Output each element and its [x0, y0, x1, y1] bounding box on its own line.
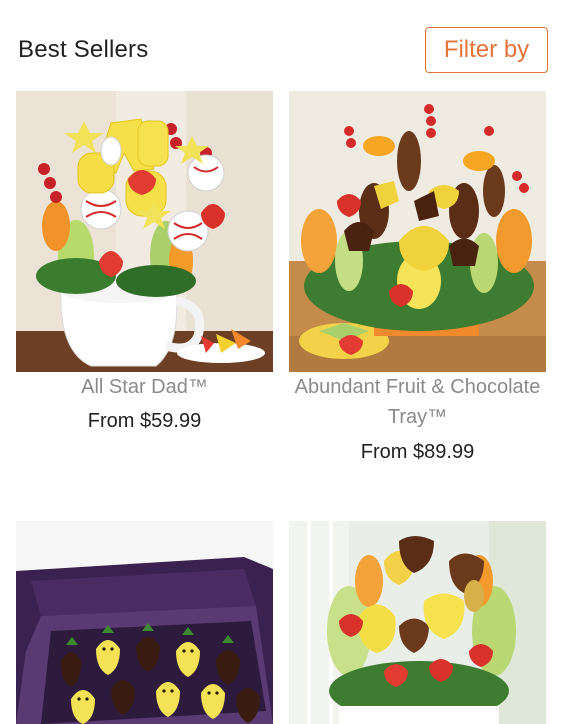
product-name[interactable]: Abundant Fruit & Chocolate Tray™: [289, 372, 546, 432]
page-title: Best Sellers: [18, 36, 149, 63]
product-image[interactable]: [16, 521, 273, 724]
product-price: From $59.99: [87, 410, 202, 432]
product-image[interactable]: [289, 521, 546, 724]
filter-button[interactable]: Filter by: [425, 27, 548, 73]
product-image[interactable]: [16, 91, 273, 372]
product-name[interactable]: All Star Dad™: [16, 372, 273, 402]
product-image[interactable]: [289, 91, 546, 372]
product-price: From $89.99: [360, 441, 475, 463]
